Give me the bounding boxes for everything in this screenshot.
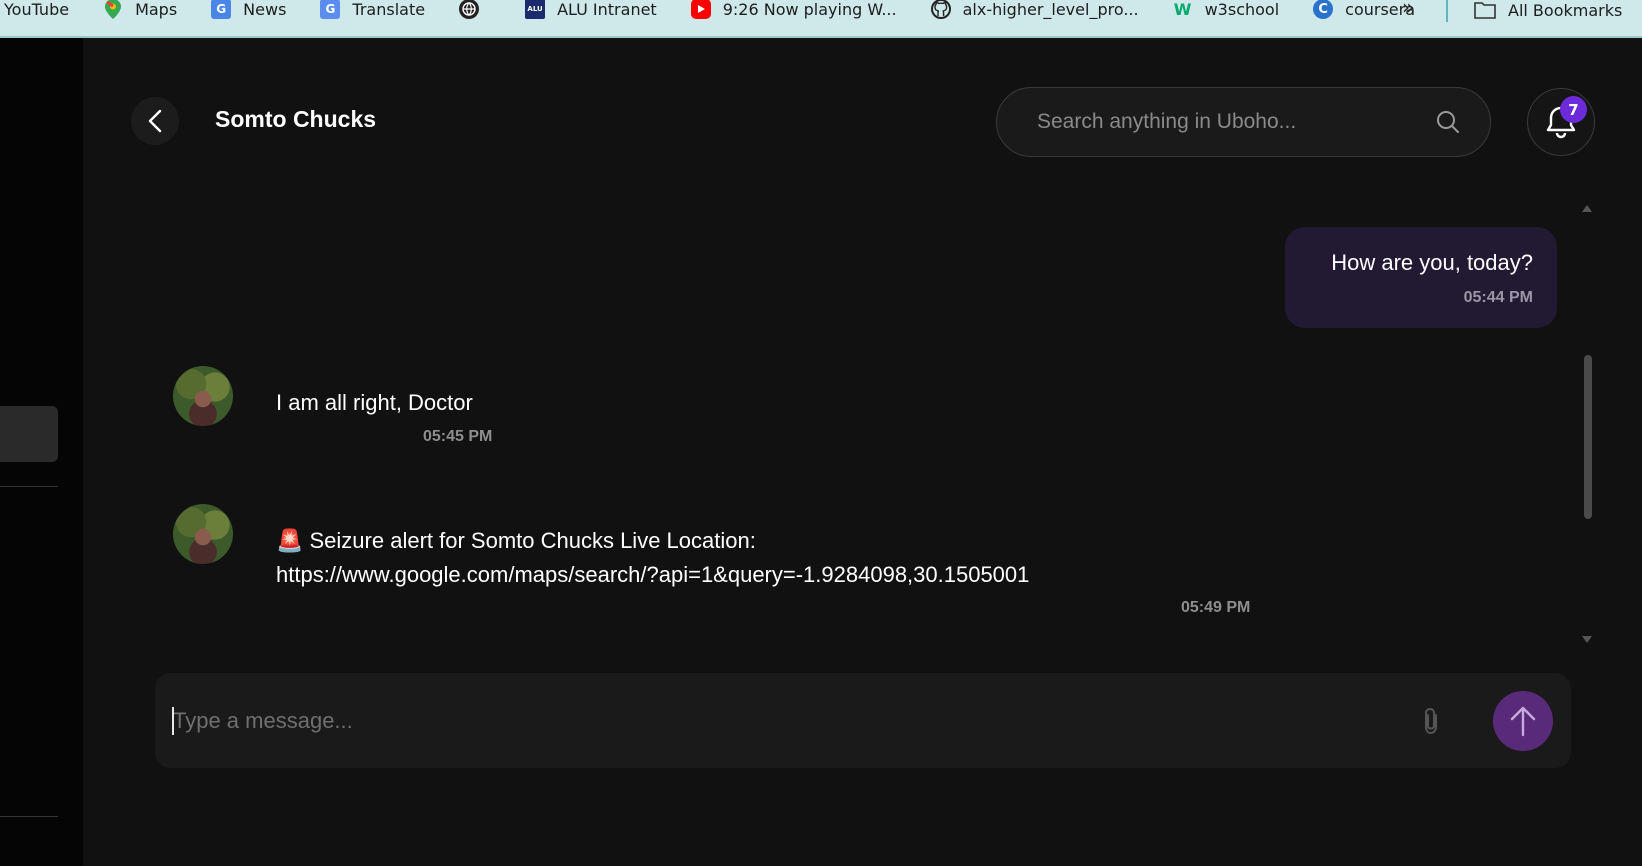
send-button[interactable] [1493, 691, 1553, 751]
coursera-icon: C [1313, 0, 1334, 19]
back-button[interactable] [131, 97, 179, 145]
search-input[interactable] [1037, 88, 1437, 156]
text-caret [172, 707, 174, 735]
sidebar-divider [0, 816, 58, 817]
message-text: How are you, today? [1331, 250, 1533, 275]
sidebar-divider [0, 486, 58, 487]
bookmark-label: alx-higher_level_pro... [962, 0, 1139, 19]
w3-icon: W [1173, 0, 1192, 19]
page-title: Somto Chucks [215, 106, 377, 132]
alu-icon: ALU [525, 0, 546, 19]
news-icon: G [211, 0, 232, 19]
bookmark-youtube[interactable]: YouTube [4, 0, 83, 28]
translate-icon: G [320, 0, 341, 19]
bookmark-label: 9:26 Now playing W... [722, 0, 897, 19]
outgoing-message: How are you, today? 05:44 PM [1285, 227, 1557, 328]
alert-line: 🚨 Seizure alert for Somto Chucks Live Lo… [276, 528, 756, 553]
all-bookmarks-button[interactable]: All Bookmarks [1474, 0, 1622, 29]
bookmarks-divider [1446, 0, 1448, 22]
bookmark-label: Maps [135, 0, 178, 19]
bookmark-label: w3school [1204, 0, 1280, 19]
scroll-up-arrow[interactable] [1582, 205, 1592, 212]
scrollbar-thumb[interactable] [1584, 355, 1592, 519]
bookmark-label: ALU Intranet [557, 0, 657, 19]
folder-icon [1474, 1, 1496, 19]
location-link[interactable]: https://www.google.com/maps/search/?api=… [276, 558, 1029, 592]
bookmark-alu-intranet[interactable]: ALU ALU Intranet [525, 0, 671, 28]
avatar [173, 366, 233, 426]
message-input[interactable] [173, 673, 1353, 768]
globe-icon [459, 0, 480, 19]
bookmark-translate[interactable]: G Translate [320, 0, 439, 28]
search-bar [996, 87, 1491, 157]
bookmark-github[interactable]: alx-higher_level_pro... [930, 0, 1153, 28]
incoming-message-text: I am all right, Doctor [276, 390, 473, 415]
maps-icon [103, 0, 123, 19]
github-icon [930, 0, 951, 19]
notification-badge: 7 [1560, 96, 1587, 123]
arrow-up-icon [1510, 706, 1536, 737]
bookmarks-bar: YouTube Maps G News G Translate ALU ALU … [0, 0, 1642, 38]
notifications-button[interactable] [1527, 88, 1595, 156]
bookmark-label: YouTube [4, 0, 70, 19]
message-time: 05:44 PM [1463, 289, 1533, 306]
bookmark-label: News [243, 0, 287, 19]
all-bookmarks-label: All Bookmarks [1508, 0, 1623, 20]
bookmark-maps[interactable]: Maps [103, 0, 191, 28]
search-icon[interactable] [1436, 110, 1460, 138]
paperclip-icon[interactable] [1420, 706, 1442, 740]
sidebar-active-item[interactable] [0, 406, 58, 462]
youtube-play-icon [690, 0, 711, 19]
chevron-left-icon [148, 109, 162, 133]
scroll-down-arrow[interactable] [1582, 636, 1592, 643]
bookmark-w3school[interactable]: W w3school [1173, 0, 1294, 28]
message-time: 05:49 PM [1181, 599, 1251, 616]
bookmark-news[interactable]: G News [211, 0, 300, 28]
bookmark-label: Translate [352, 0, 426, 19]
message-time: 05:45 PM [423, 428, 493, 445]
more-bookmarks-icon[interactable]: » [1402, 0, 1414, 19]
bookmark-now-playing[interactable]: 9:26 Now playing W... [690, 0, 911, 28]
avatar [173, 504, 233, 564]
message-composer [155, 673, 1571, 768]
sidebar [0, 38, 83, 866]
bookmark-globe[interactable] [459, 0, 505, 28]
incoming-message-text: 🚨 Seizure alert for Somto Chucks Live Lo… [276, 524, 1029, 592]
